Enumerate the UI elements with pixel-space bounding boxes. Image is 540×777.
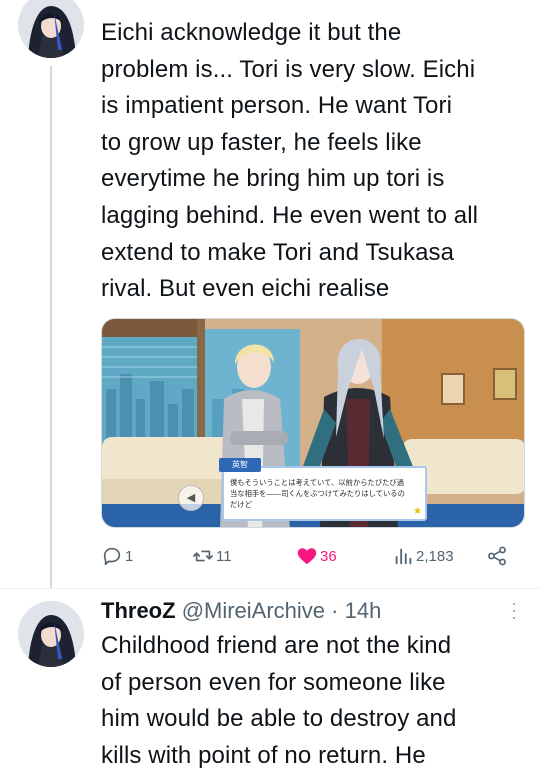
tweet-line: Eichi acknowledge it but the: [101, 19, 402, 46]
retweet-icon: [193, 550, 213, 562]
tweet-header: ThreoZ @MireiArchive · 14h: [101, 596, 381, 626]
share-icon: [488, 546, 506, 566]
tweet-line: extend to make Tori and Tsukasa: [101, 238, 455, 266]
views-button[interactable]: 2,183: [392, 541, 454, 571]
heart-icon: [297, 548, 317, 565]
tweet-line: him would be able to destroy and: [101, 705, 457, 733]
tweet-line: to grow up faster, he feels like: [101, 128, 422, 156]
tweet-line: lagging behind. He even went to all: [101, 201, 479, 229]
tweet-line: rival. But even eichi realise: [101, 275, 390, 303]
dialog-line: 僕もそういうことは考えていて、以前からたびたび過: [230, 478, 405, 487]
share-button[interactable]: [486, 541, 510, 571]
dialog-box: 僕もそういうことは考えていて、以前からたびたび過 当な相手を——司くんをぶつけて…: [222, 466, 427, 521]
tweet-line: of person even for someone like: [101, 668, 446, 696]
reply-button[interactable]: 1: [101, 541, 133, 571]
separator-dot: ·: [331, 598, 339, 623]
tweet-line: problem is... Tori is very slow. Eichi: [101, 55, 476, 83]
retweet-button[interactable]: 11: [192, 541, 232, 571]
tweet-line: Childhood friend are not the kind: [101, 632, 452, 659]
speaker-name-tag: 英智: [219, 458, 261, 472]
reply-icon: [103, 547, 121, 566]
views-icon: [395, 548, 412, 565]
reply-count: 1: [125, 547, 134, 565]
dialog-text: 僕もそういうことは考えていて、以前からたびたび過 当な相手を——司くんをぶつけて…: [230, 477, 419, 510]
like-button[interactable]: 36: [296, 541, 337, 571]
like-count: 36: [320, 547, 337, 565]
user-handle[interactable]: @MireiArchive: [182, 598, 325, 623]
tweet-line: everytime he bring him up tori is: [101, 165, 445, 193]
display-name[interactable]: ThreoZ: [101, 598, 176, 623]
thread-connector: [50, 66, 52, 588]
star-icon: ★: [413, 506, 422, 517]
tweet-media-image[interactable]: ◀ 僕もそういうことは考えていて、以前からたびたび過 当な相手を——司くんをぶつ…: [101, 318, 525, 528]
avatar[interactable]: [18, 601, 84, 667]
tweet-text: Childhood friend are not the kind of per…: [101, 628, 521, 774]
dialog-line: だけど: [230, 500, 252, 509]
back-arrow-icon: ◀: [178, 485, 204, 511]
timestamp[interactable]: 14h: [345, 598, 382, 623]
avatar-image: [18, 0, 84, 58]
tweet-line: is impatient person. He want Tori: [101, 92, 453, 120]
dialog-line: 当な相手を——司くんをぶつけてみたりはしているの: [230, 489, 405, 498]
tweet-divider: [0, 588, 540, 589]
avatar-image: [18, 601, 84, 667]
more-options-icon[interactable]: · · ·: [510, 594, 518, 626]
retweet-count: 11: [216, 547, 232, 565]
tweet-actions: 1 11 36 2,183: [0, 541, 540, 571]
views-count: 2,183: [416, 547, 454, 565]
avatar[interactable]: [18, 0, 84, 58]
tweet-line: kills with point of no return. He: [101, 741, 426, 769]
tweet-text: Eichi acknowledge it but the problem is.…: [101, 15, 521, 308]
